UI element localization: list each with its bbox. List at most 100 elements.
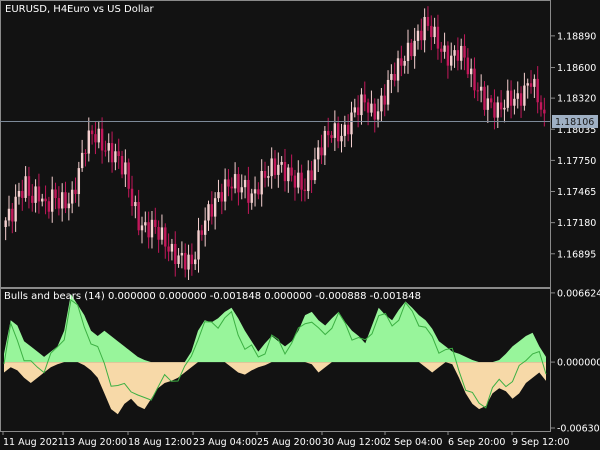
time-tick-label: 18 Aug 12:00 [128,437,192,448]
time-tick-label: 2 Sep 04:00 [385,437,442,448]
candle-body [140,225,144,231]
candle-body [233,174,237,189]
candle-body [277,164,280,175]
candle-body [333,123,337,138]
candle-body [34,186,37,203]
candle-body [523,85,526,106]
candle-body [363,94,366,103]
candle-body [24,176,27,198]
candle-body [107,143,110,151]
candle-body [114,151,117,163]
candle-body [380,95,383,112]
candle-body [51,189,54,212]
price-tick-label: 1.17180 [557,218,596,229]
candle-body [273,158,277,175]
price-tick-label: 1.17750 [557,156,596,167]
price-tick-label: 1.16895 [557,249,596,260]
candle-body [310,170,313,181]
candle-body [320,147,323,156]
candle-body [257,189,260,195]
candle-body [177,255,180,264]
indicator-tick-label: 0.000000 [557,358,600,369]
candle-body [184,252,187,270]
candle-body [313,159,317,181]
candle-body [370,103,373,113]
candle-body [54,189,57,199]
candle-body [519,93,523,106]
time-tick-label: 30 Aug 12:00 [322,437,386,448]
candle-body [350,112,353,135]
candle-body [44,198,47,202]
candle-body [509,90,513,106]
candle-body [37,186,41,202]
candle-body [366,102,370,113]
candle-body [323,130,327,156]
candle-body [443,45,446,52]
candle-body [516,93,519,99]
candle-body [543,109,546,114]
candle-body [466,57,470,75]
candle-body [413,40,416,57]
candle-body [240,187,243,193]
candle-body [327,130,330,136]
candle-body [300,172,303,190]
candle-body [174,243,177,264]
candle-body [207,204,210,221]
candle-body [217,192,220,199]
candle-body [317,147,320,160]
candle-body [230,186,233,189]
candle-body [287,167,290,182]
candle-body [493,102,496,118]
candle-body [84,152,87,154]
candle-body [64,192,67,209]
candle-body [134,202,137,207]
candle-body [539,102,543,110]
candle-body [499,102,503,110]
symbol-description: Euro vs US Dollar [67,4,155,15]
candle-body [340,135,343,142]
candle-body [100,128,104,151]
candle-body [489,98,493,103]
candle-body [536,78,539,103]
candle-body [403,60,406,66]
candle-body [303,189,307,192]
candle-body [440,48,443,52]
candle-body [41,198,44,202]
time-tick-label: 23 Aug 04:00 [193,437,257,448]
candle-body [297,172,300,188]
candle-body [283,161,287,182]
candle-body [97,128,100,143]
candle-body [144,222,147,226]
candle-body [164,227,167,247]
candle-body [393,73,396,81]
candle-body [433,26,436,38]
candle-body [450,55,453,66]
candle-body [154,219,157,227]
current-price-label: 1.18106 [555,117,594,128]
candle-body [400,58,403,66]
chart-canvas[interactable]: EURUSD, H4: Euro vs US Dollar Bulls and … [0,0,600,450]
candle-body [343,124,347,136]
candle-body [150,219,154,238]
candle-body [426,16,430,26]
candle-body [353,107,357,113]
candle-body [167,246,170,252]
candle-body [213,198,217,217]
indicator-tick-label: -0.006308 [557,423,600,434]
candle-body [247,179,250,203]
candle-body [290,167,293,176]
candle-body [483,86,486,110]
candle-body [130,188,134,207]
candle-body [17,190,21,197]
candle-body [160,227,164,240]
candle-body [223,179,227,202]
candle-body [386,79,390,105]
candle-body [420,30,423,41]
candle-body [476,90,480,92]
candle-body [77,168,81,195]
candle-body [253,189,257,194]
candle-body [456,50,460,61]
candle-body [193,259,197,265]
candle-body [410,42,413,57]
candle-body [210,204,214,217]
